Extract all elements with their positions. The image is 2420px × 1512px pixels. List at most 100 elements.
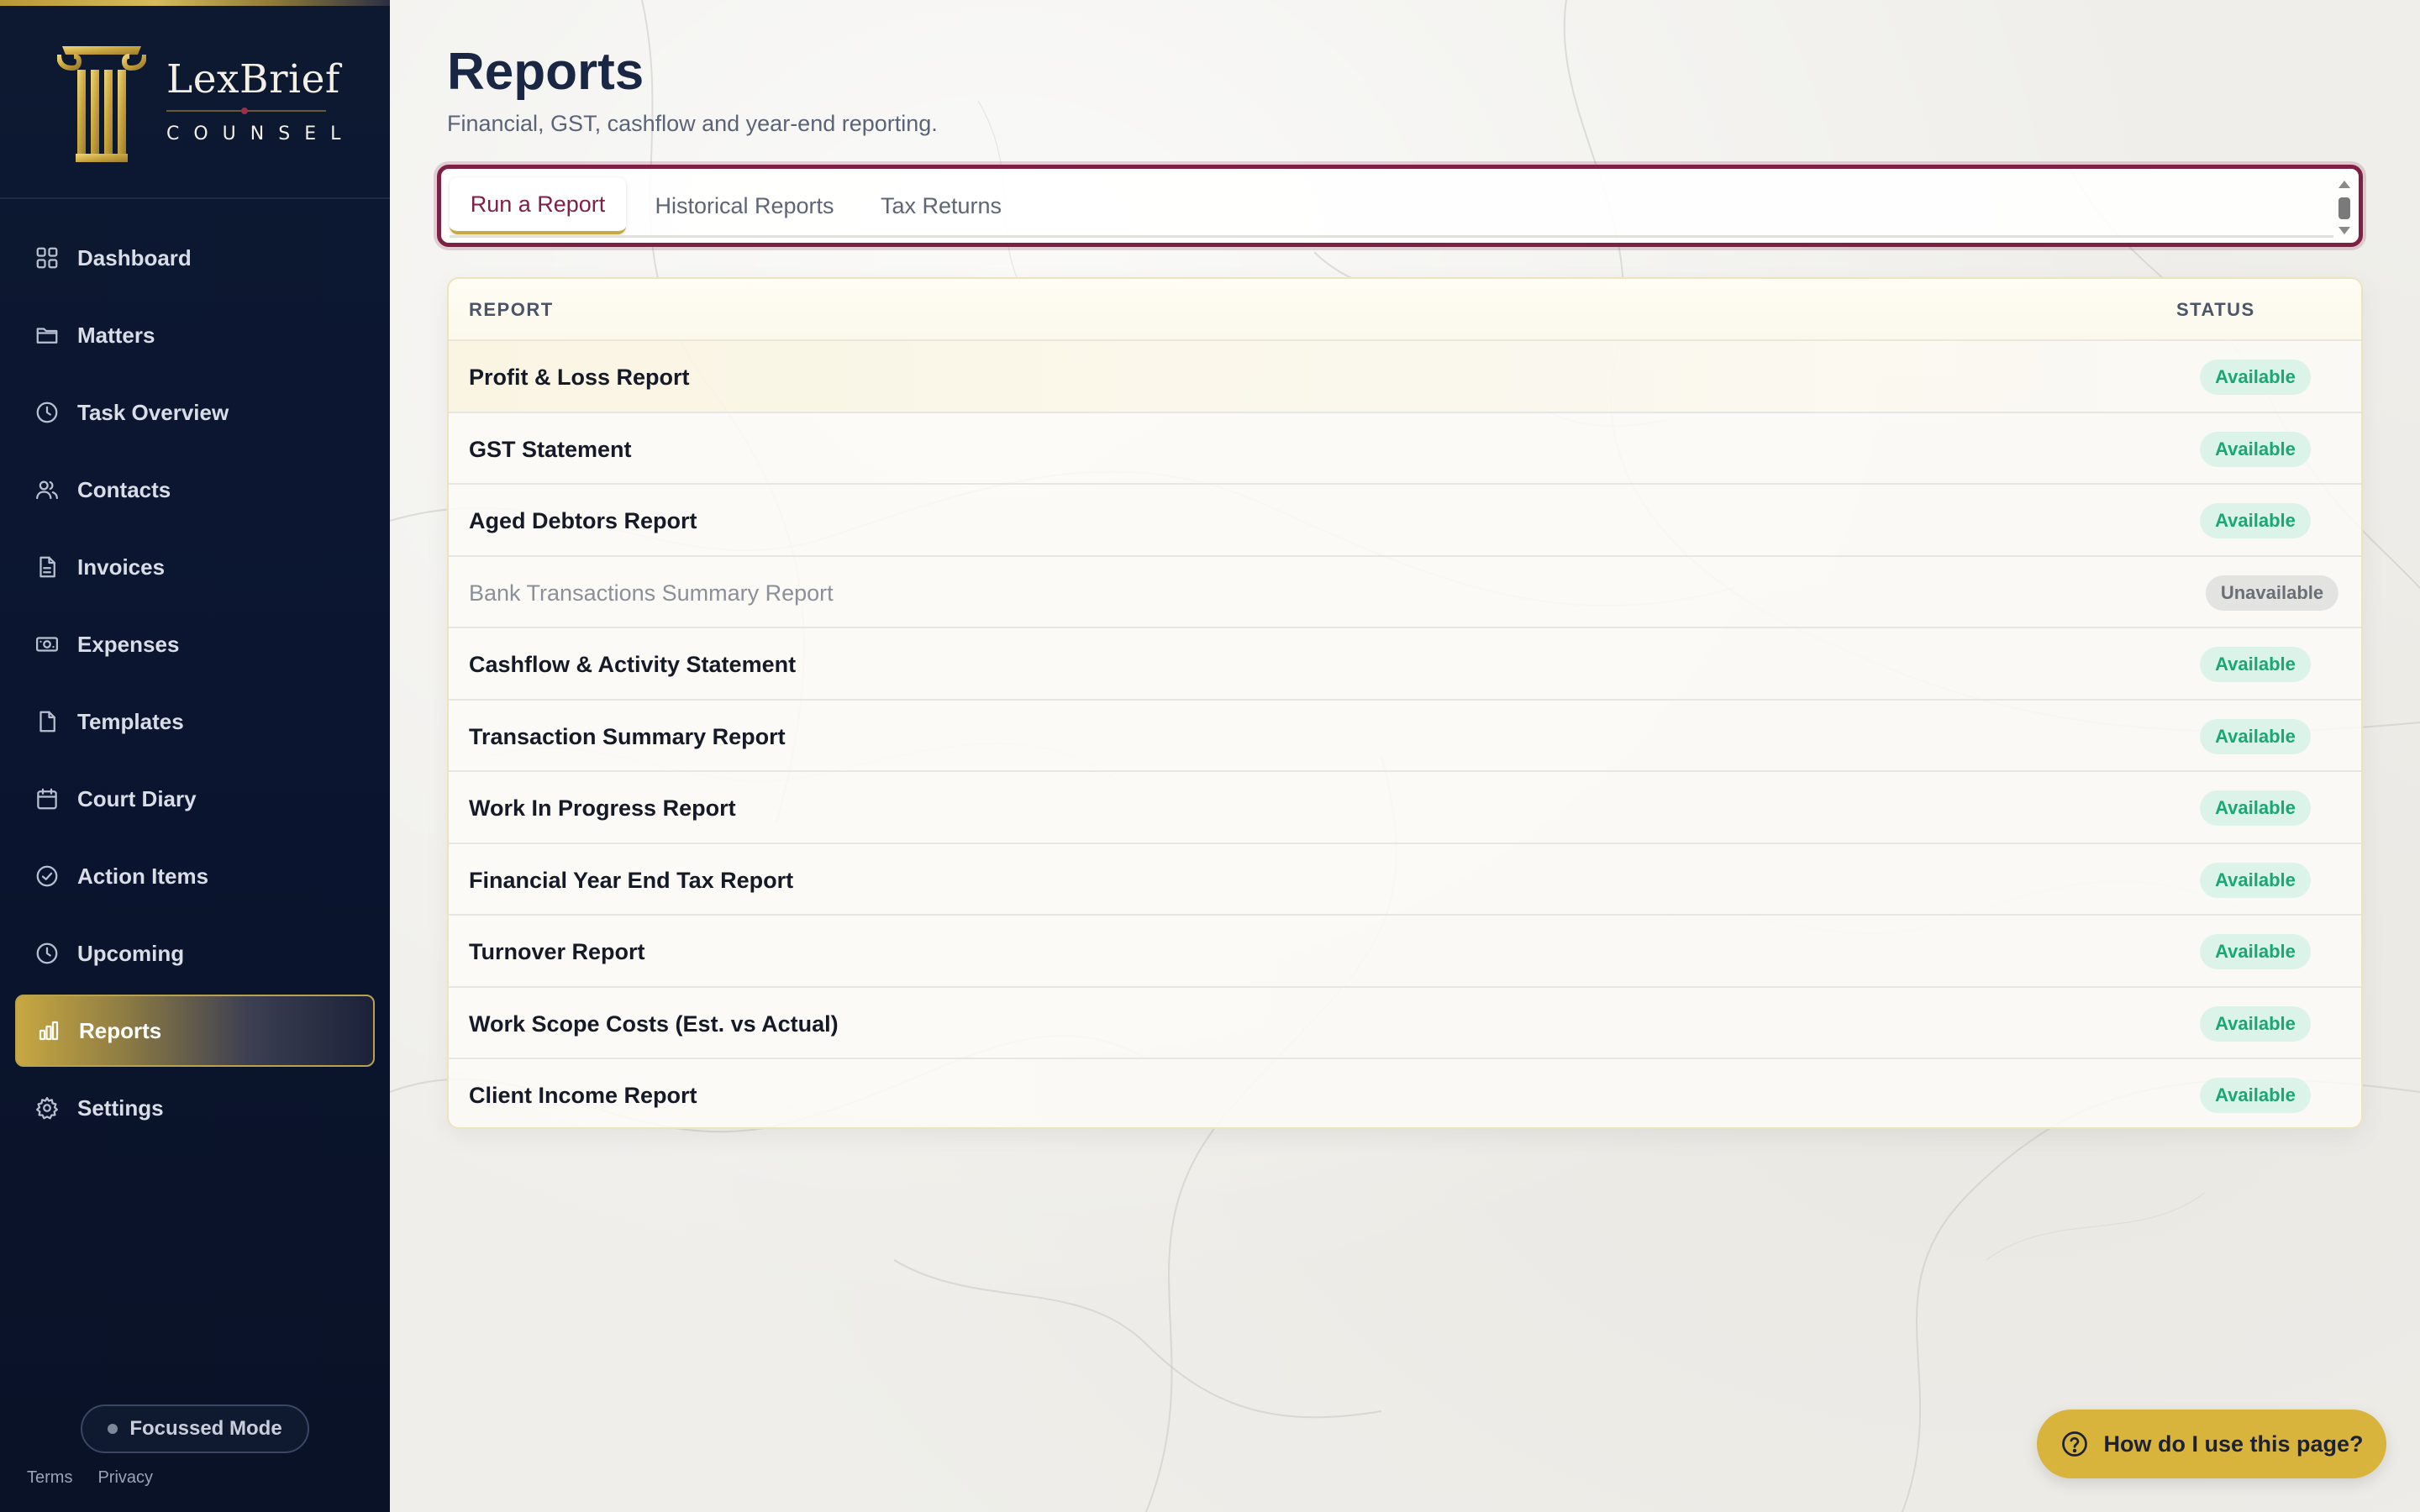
sidebar-item-court-diary[interactable]: Court Diary: [15, 763, 375, 835]
status-badge: Available: [2200, 862, 2311, 898]
reports-table: REPORT STATUS Profit & Loss Report Avail…: [447, 277, 2363, 1129]
scroll-down-icon[interactable]: [2338, 227, 2350, 234]
tab-tax-returns[interactable]: Tax Returns: [861, 177, 1021, 234]
sidebar-item-label: Upcoming: [77, 940, 185, 966]
table-row[interactable]: Work In Progress Report Available: [449, 772, 2361, 844]
report-name: Bank Transactions Summary Report: [469, 580, 834, 606]
column-header-status: STATUS: [2176, 299, 2255, 320]
status-badge: Available: [2200, 718, 2311, 754]
report-name: Cashflow & Activity Statement: [469, 652, 797, 677]
sidebar-item-templates[interactable]: Templates: [15, 685, 375, 758]
status-dot-icon: [108, 1424, 118, 1434]
calendar-icon: [32, 784, 62, 814]
scroll-up-icon[interactable]: [2338, 181, 2350, 188]
sidebar-item-dashboard[interactable]: Dashboard: [15, 222, 375, 294]
status-badge: Available: [2200, 1005, 2311, 1042]
sidebar-item-label: Templates: [77, 708, 184, 734]
brand-subtitle: COUNSEL: [166, 123, 355, 144]
tab-scroll-track: [450, 235, 2333, 238]
terms-link[interactable]: Terms: [27, 1468, 72, 1488]
report-name: Turnover Report: [469, 939, 645, 964]
bar-chart-icon: [34, 1016, 64, 1046]
banknote-icon: [32, 629, 62, 659]
sidebar-item-upcoming[interactable]: Upcoming: [15, 917, 375, 990]
invoice-icon: [32, 552, 62, 582]
status-badge: Available: [2200, 360, 2311, 395]
users-icon: [32, 475, 62, 505]
table-row[interactable]: Financial Year End Tax Report Available: [449, 844, 2361, 916]
column-header-report: REPORT: [469, 299, 554, 320]
table-body: Profit & Loss Report Available GST State…: [449, 341, 2361, 1127]
table-row[interactable]: Transaction Summary Report Available: [449, 701, 2361, 772]
brand-name: LexBrief: [166, 56, 340, 102]
help-circle-icon: [2062, 1431, 2088, 1457]
sidebar-item-label: Dashboard: [77, 244, 192, 270]
footer-links: Terms Privacy: [27, 1468, 153, 1488]
clock-icon: [32, 938, 62, 969]
pillar-icon: [57, 46, 146, 162]
table-header: REPORT STATUS: [449, 279, 2361, 341]
brand-logo[interactable]: LexBrief COUNSEL: [0, 6, 390, 199]
status-badge: Available: [2200, 790, 2311, 826]
report-name: Work In Progress Report: [469, 795, 736, 821]
gear-icon: [32, 1093, 62, 1123]
table-row[interactable]: Turnover Report Available: [449, 916, 2361, 988]
sidebar-item-label: Reports: [79, 1017, 162, 1043]
table-row[interactable]: Cashflow & Activity Statement Available: [449, 628, 2361, 701]
table-row[interactable]: Profit & Loss Report Available: [449, 341, 2361, 413]
focussed-mode-toggle[interactable]: Focussed Mode: [81, 1404, 309, 1453]
status-badge: Available: [2200, 431, 2311, 467]
sidebar-item-label: Invoices: [77, 554, 166, 580]
table-row[interactable]: GST Statement Available: [449, 413, 2361, 485]
sidebar-item-task-overview[interactable]: Task Overview: [15, 376, 375, 449]
scrollbar-thumb[interactable]: [2338, 197, 2350, 219]
sidebar-item-label: Contacts: [77, 476, 171, 502]
sidebar-item-invoices[interactable]: Invoices: [15, 531, 375, 603]
status-badge: Available: [2200, 934, 2311, 969]
grid-icon: [32, 243, 62, 273]
tab-historical-reports[interactable]: Historical Reports: [639, 177, 850, 234]
clock-icon: [32, 397, 62, 428]
sidebar-item-label: Action Items: [77, 863, 209, 889]
report-name: Transaction Summary Report: [469, 723, 786, 749]
sidebar-item-contacts[interactable]: Contacts: [15, 454, 375, 526]
sidebar-nav: Dashboard Matters Task Overview Contacts…: [0, 222, 390, 1149]
sidebar-item-label: Matters: [77, 322, 155, 348]
status-badge: Available: [2200, 503, 2311, 538]
report-tabs: Run a Report Historical Reports Tax Retu…: [437, 165, 2363, 247]
main-content: Reports Financial, GST, cashflow and yea…: [390, 0, 2420, 1512]
brand-divider-dot: [241, 108, 248, 114]
table-row[interactable]: Work Scope Costs (Est. vs Actual) Availa…: [449, 988, 2361, 1059]
sidebar-item-settings[interactable]: Settings: [15, 1072, 375, 1144]
tab-run-a-report[interactable]: Run a Report: [450, 177, 626, 234]
check-circle-icon: [32, 861, 62, 891]
status-badge: Available: [2200, 1078, 2311, 1113]
sidebar-item-label: Task Overview: [77, 399, 229, 425]
page-subtitle: Financial, GST, cashflow and year-end re…: [447, 111, 938, 136]
sidebar-item-label: Expenses: [77, 631, 180, 657]
focussed-mode-label: Focussed Mode: [129, 1417, 282, 1440]
report-name: Client Income Report: [469, 1083, 697, 1108]
sidebar-item-reports[interactable]: Reports: [15, 995, 375, 1067]
page-title: Reports: [447, 43, 644, 101]
report-name: Profit & Loss Report: [469, 365, 690, 390]
file-icon: [32, 706, 62, 737]
report-name: Work Scope Costs (Est. vs Actual): [469, 1011, 839, 1037]
folder-icon: [32, 320, 62, 350]
help-button-label: How do I use this page?: [2103, 1431, 2364, 1457]
sidebar-accent-bar: [0, 0, 390, 6]
report-name: Aged Debtors Report: [469, 508, 697, 533]
table-row[interactable]: Client Income Report Available: [449, 1059, 2361, 1127]
report-name: GST Statement: [469, 436, 632, 462]
sidebar-item-label: Court Diary: [77, 785, 197, 811]
help-button[interactable]: How do I use this page?: [2037, 1410, 2386, 1478]
status-badge: Unavailable: [2205, 575, 2339, 611]
sidebar-item-expenses[interactable]: Expenses: [15, 608, 375, 680]
sidebar: LexBrief COUNSEL Dashboard Matters Task …: [0, 0, 390, 1512]
privacy-link[interactable]: Privacy: [97, 1468, 153, 1488]
sidebar-item-action-items[interactable]: Action Items: [15, 840, 375, 912]
table-row: Bank Transactions Summary Report Unavail…: [449, 557, 2361, 628]
sidebar-item-label: Settings: [77, 1095, 164, 1121]
table-row[interactable]: Aged Debtors Report Available: [449, 485, 2361, 557]
sidebar-item-matters[interactable]: Matters: [15, 299, 375, 371]
